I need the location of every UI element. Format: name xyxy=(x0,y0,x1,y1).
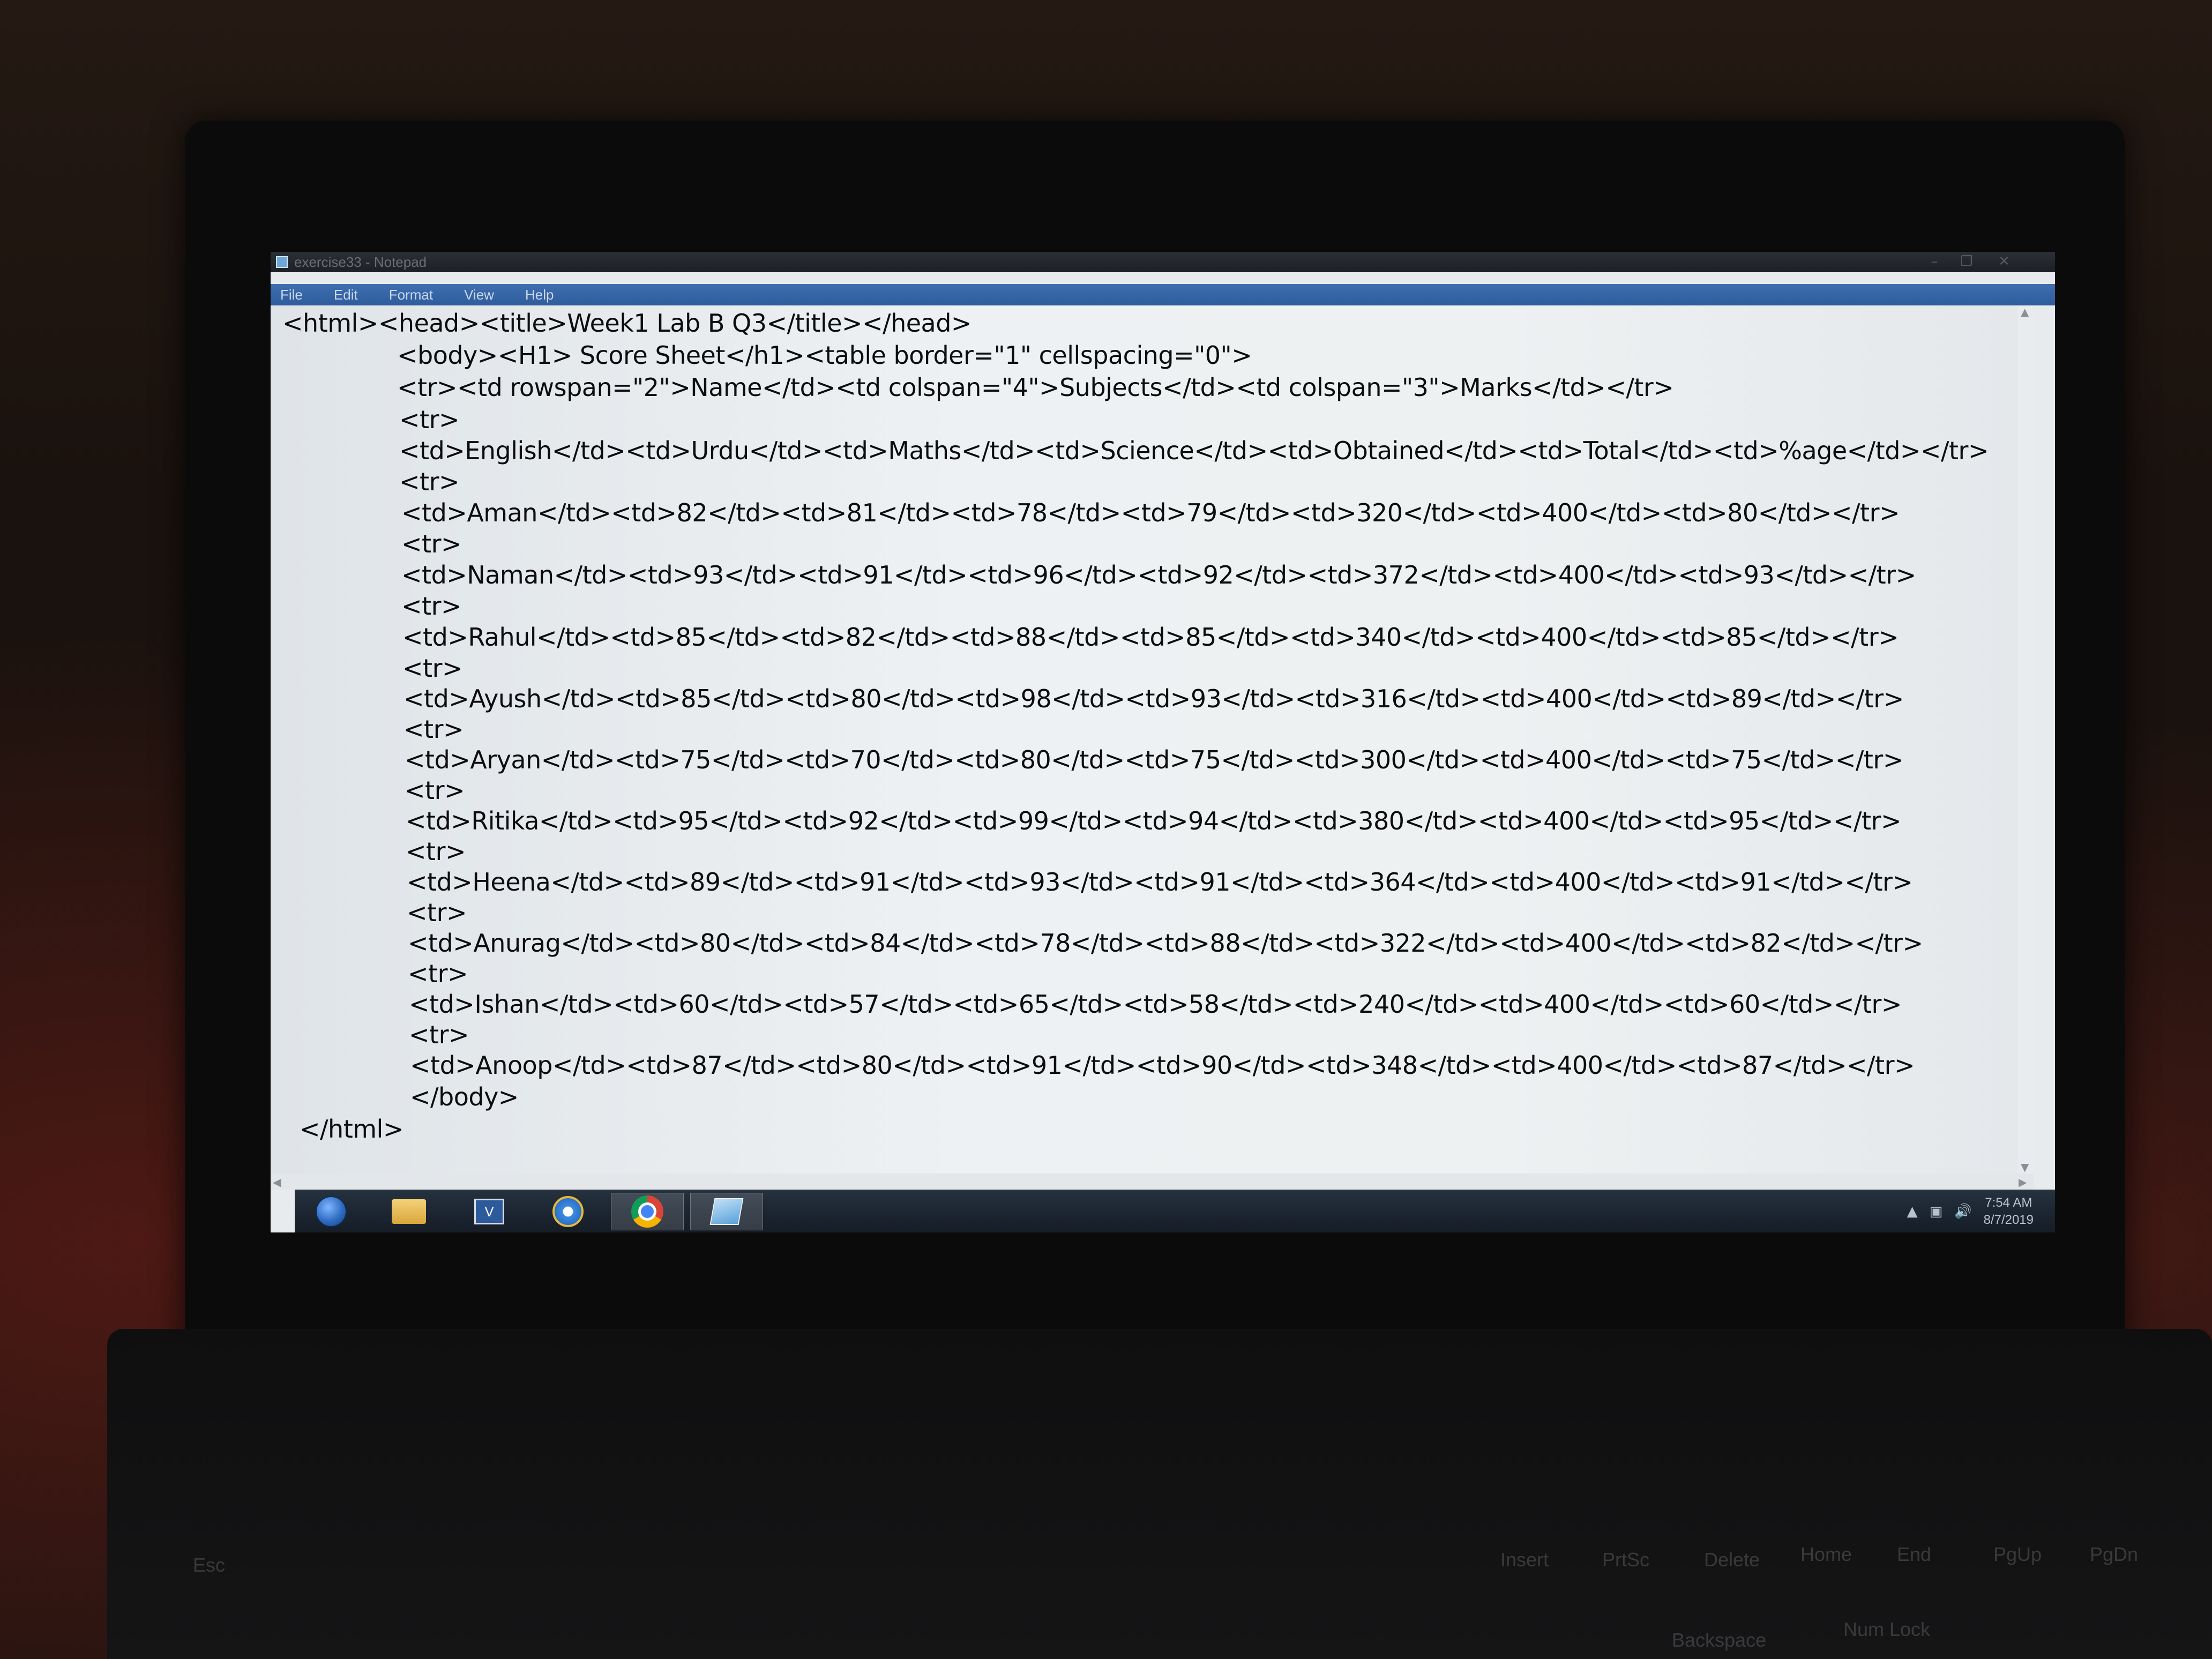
code-line: <tr> xyxy=(401,592,462,621)
code-line: <tr> xyxy=(399,467,460,496)
code-line: <tr><td rowspan="2">Name</td><td colspan… xyxy=(397,373,1674,402)
text-editor-area[interactable]: <html><head><title>Week1 Lab B Q3</title… xyxy=(271,305,2017,1174)
folder-icon xyxy=(392,1199,426,1224)
key-home: Home xyxy=(1800,1543,1852,1565)
menu-format[interactable]: Format xyxy=(389,287,433,303)
key-pgdn: PgDn xyxy=(2090,1543,2139,1565)
clock-time: 7:54 AM xyxy=(1985,1195,2032,1210)
menu-bar: File Edit Format View Help xyxy=(271,284,2055,305)
scroll-down-icon[interactable]: ▼ xyxy=(2021,1161,2029,1174)
volume-icon[interactable]: 🔊 xyxy=(1954,1204,1971,1220)
scroll-right-icon[interactable]: ▶ xyxy=(2019,1176,2027,1189)
key-end: End xyxy=(1897,1543,1932,1565)
maximize-button[interactable]: ❐ xyxy=(1953,253,1980,270)
start-button[interactable] xyxy=(295,1193,368,1230)
system-clock[interactable]: 7:54 AM 8/7/2019 xyxy=(1984,1194,2034,1229)
taskbar-explorer[interactable] xyxy=(372,1193,445,1230)
code-line: <tr> xyxy=(409,1020,469,1049)
system-tray: ▲ ▣ 🔊 7:54 AM 8/7/2019 xyxy=(1907,1193,2034,1230)
keyboard-deck: Esc Insert PrtSc Delete Home End PgUp Pg… xyxy=(107,1329,2212,1659)
menu-edit[interactable]: Edit xyxy=(334,287,358,303)
key-backspace: Backspace xyxy=(1672,1629,1767,1651)
notepad-icon xyxy=(709,1198,744,1225)
code-line: <tr> xyxy=(408,959,468,988)
code-line: <tr> xyxy=(407,898,467,927)
code-line: <tr> xyxy=(399,405,460,434)
key-esc: Esc xyxy=(193,1554,226,1576)
code-line: <td>Rahul</td><td>85</td><td>82</td><td>… xyxy=(402,623,1899,652)
window-title-bar[interactable]: exercise33 - Notepad – ❐ ✕ xyxy=(271,252,2055,272)
clock-date: 8/7/2019 xyxy=(1983,1213,2034,1227)
window-title: exercise33 - Notepad xyxy=(294,254,427,270)
key-prtsc: PrtSc xyxy=(1602,1549,1650,1571)
key-delete: Delete xyxy=(1704,1549,1760,1571)
taskbar-notepad[interactable] xyxy=(690,1193,763,1230)
windows-start-icon xyxy=(316,1196,347,1227)
menu-help[interactable]: Help xyxy=(525,287,554,303)
notepad-app-icon xyxy=(276,256,288,268)
show-hidden-icons-icon[interactable]: ▲ xyxy=(1907,1204,1918,1220)
code-line: <td>Aryan</td><td>75</td><td>70</td><td>… xyxy=(405,745,1903,774)
code-line: <td>Aman</td><td>82</td><td>81</td><td>7… xyxy=(401,498,1900,527)
code-line: <td>Ayush</td><td>85</td><td>80</td><td>… xyxy=(403,684,1904,713)
code-line: <tr> xyxy=(401,529,462,558)
code-line: <tr> xyxy=(406,837,466,866)
key-pgup: PgUp xyxy=(1993,1543,2042,1565)
vertical-scrollbar[interactable]: ▲ ▼ xyxy=(2017,305,2034,1174)
code-line: <body><H1> Score Sheet</h1><table border… xyxy=(397,341,1252,370)
menu-file[interactable]: File xyxy=(280,287,303,303)
minimize-button[interactable]: – xyxy=(1921,253,1948,270)
key-numlock: Num Lock xyxy=(1843,1618,1931,1640)
code-line: <tr> xyxy=(403,715,464,744)
screen: exercise33 - Notepad – ❐ ✕ File Edit For… xyxy=(271,252,2055,1232)
scroll-up-icon[interactable]: ▲ xyxy=(2021,305,2029,318)
code-line: </body> xyxy=(410,1082,519,1111)
code-line: <td>English</td><td>Urdu</td><td>Maths</… xyxy=(399,436,1989,465)
visual-basic-icon: V xyxy=(474,1199,504,1224)
code-line: <td>Anurag</td><td>80</td><td>84</td><td… xyxy=(408,929,1923,958)
taskbar: V ▲ ▣ 🔊 7:54 AM 8/7/2019 xyxy=(295,1190,2055,1232)
taskbar-internet-explorer[interactable] xyxy=(532,1193,604,1230)
code-line: <tr> xyxy=(402,654,463,683)
code-line: <html><head><title>Week1 Lab B Q3</title… xyxy=(282,309,972,338)
network-icon[interactable]: ▣ xyxy=(1930,1204,1943,1220)
code-line: <tr> xyxy=(405,776,465,805)
code-line: <td>Ishan</td><td>60</td><td>57</td><td>… xyxy=(409,990,1902,1019)
horizontal-scrollbar[interactable]: ◀ ▶ xyxy=(271,1174,2034,1190)
code-line: <td>Naman</td><td>93</td><td>91</td><td>… xyxy=(401,561,1916,589)
code-line: <td>Heena</td><td>89</td><td>91</td><td>… xyxy=(407,868,1913,896)
scroll-left-icon[interactable]: ◀ xyxy=(273,1176,281,1189)
code-line: </html> xyxy=(300,1115,403,1144)
close-button[interactable]: ✕ xyxy=(1991,253,2017,270)
key-insert: Insert xyxy=(1500,1549,1549,1571)
code-line: <td>Ritika</td><td>95</td><td>92</td><td… xyxy=(406,806,1902,835)
chrome-icon xyxy=(631,1195,663,1228)
code-line: <td>Anoop</td><td>87</td><td>80</td><td>… xyxy=(410,1051,1915,1080)
taskbar-vb[interactable]: V xyxy=(453,1193,526,1230)
internet-explorer-icon xyxy=(552,1196,584,1227)
menu-view[interactable]: View xyxy=(464,287,494,303)
taskbar-chrome[interactable] xyxy=(611,1193,684,1230)
